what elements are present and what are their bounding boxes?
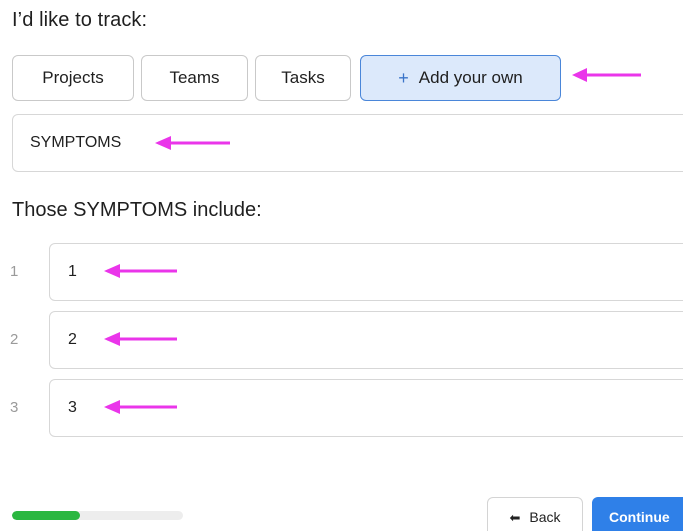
continue-button[interactable]: Continue	[592, 497, 683, 531]
symptom-value-2: 2	[68, 331, 77, 348]
projects-chip[interactable]: Projects	[12, 55, 134, 101]
projects-chip-label: Projects	[42, 68, 104, 87]
item-number: 1	[10, 263, 19, 280]
track-setup-page: I’d like to track: Projects Teams Tasks …	[0, 0, 683, 531]
progress-fill	[12, 511, 81, 520]
teams-chip[interactable]: Teams	[141, 55, 248, 101]
left-arrow-icon: ⬅	[509, 509, 521, 525]
tracking-topic-value: SYMPTOMS	[30, 134, 122, 151]
symptom-input-2[interactable]: 2	[49, 311, 683, 369]
back-button-label: Back	[529, 509, 561, 525]
items-heading: Those SYMPTOMS include:	[12, 199, 262, 221]
back-button[interactable]: ⬅ Back	[487, 497, 583, 531]
add-your-own-label: Add your own	[418, 68, 523, 87]
progress-bar	[12, 511, 183, 520]
tasks-chip-label: Tasks	[281, 68, 325, 87]
continue-button-label: Continue	[609, 509, 670, 525]
symptom-input-3[interactable]: 3	[49, 379, 683, 437]
plus-icon: +	[398, 68, 409, 88]
symptom-value-1: 1	[68, 263, 77, 280]
tracking-topic-input[interactable]: SYMPTOMS	[12, 114, 683, 172]
add-your-own-chip[interactable]: + Add your own	[360, 55, 561, 101]
item-number: 2	[10, 331, 19, 348]
left-arrow-icon	[572, 68, 641, 82]
item-number: 3	[10, 399, 19, 416]
tasks-chip[interactable]: Tasks	[255, 55, 351, 101]
symptom-input-1[interactable]: 1	[49, 243, 683, 301]
teams-chip-label: Teams	[169, 68, 220, 87]
symptom-value-3: 3	[68, 399, 77, 416]
page-title: I’d like to track:	[12, 9, 148, 31]
